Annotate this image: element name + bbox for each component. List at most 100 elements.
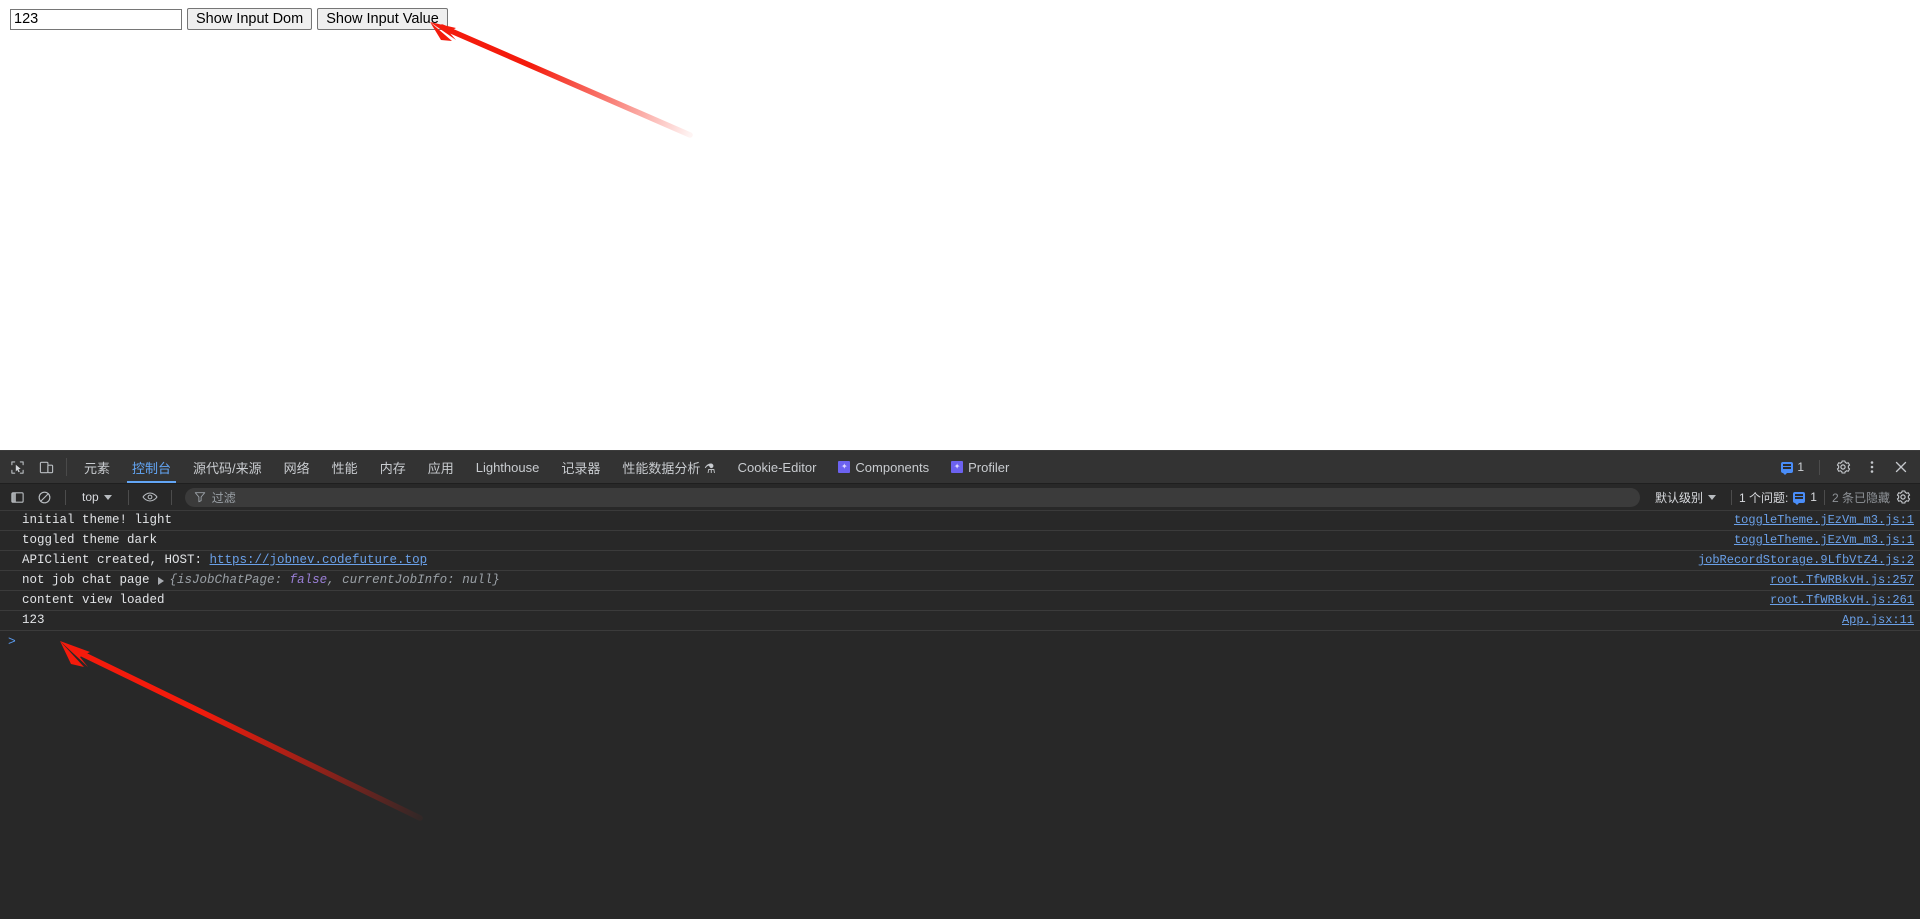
- settings-gear-icon[interactable]: [1829, 454, 1856, 480]
- message-count-badge[interactable]: 1: [1775, 460, 1810, 475]
- tab-label: 性能: [331, 460, 358, 476]
- issues-indicator[interactable]: 1 个问题: 1: [1739, 489, 1817, 506]
- object-close-brace: }: [492, 573, 500, 587]
- console-row-initial-theme[interactable]: initial theme! light toggleTheme.jEzVm_m…: [0, 511, 1920, 531]
- console-message-text: 123: [22, 613, 45, 627]
- web-page-viewport: Show Input Dom Show Input Value: [0, 0, 1920, 450]
- toolbar-divider-4: [1730, 489, 1732, 505]
- close-devtools-icon[interactable]: [1887, 454, 1914, 480]
- clear-console-icon[interactable]: [31, 486, 57, 508]
- filter-area: 过滤: [184, 487, 1640, 507]
- console-source-link[interactable]: toggleTheme.jEzVm_m3.js:1: [1714, 533, 1914, 548]
- tab-memory[interactable]: 内存: [369, 451, 417, 483]
- tab-label: Cookie-Editor: [737, 459, 817, 475]
- console-source-link[interactable]: App.jsx:11: [1822, 613, 1914, 628]
- tab-performance-insights[interactable]: 性能数据分析 ⚗: [611, 451, 726, 483]
- input-form-row: Show Input Dom Show Input Value: [10, 8, 448, 30]
- log-level-label: 默认级别: [1654, 490, 1703, 505]
- tab-elements[interactable]: 元素: [73, 451, 121, 483]
- console-message-list[interactable]: initial theme! light toggleTheme.jEzVm_m…: [0, 511, 1920, 919]
- device-toolbar-icon[interactable]: [33, 454, 60, 480]
- live-expression-eye-icon[interactable]: [137, 486, 163, 508]
- message-bubble-icon: [1793, 491, 1806, 505]
- tab-profiler[interactable]: ✦ Profiler: [940, 451, 1020, 483]
- console-inline-url-link[interactable]: https://jobnev.codefuture.top: [210, 553, 428, 568]
- filter-placeholder: 过滤: [211, 490, 236, 505]
- show-input-dom-button[interactable]: Show Input Dom: [187, 8, 313, 30]
- tab-label: 元素: [84, 460, 111, 476]
- tab-sources[interactable]: 源代码/来源: [182, 451, 273, 483]
- tab-performance[interactable]: 性能: [321, 451, 369, 483]
- console-prompt-row[interactable]: >: [0, 631, 1920, 651]
- react-plugin-icon: ✦: [951, 461, 964, 473]
- tab-label: Lighthouse: [475, 459, 540, 475]
- devtools-tabstrip: 元素 控制台 源代码/来源 网络 性能 内存 应用 Lighthouse 记录器…: [0, 451, 1920, 484]
- tab-label: Profiler: [968, 459, 1010, 475]
- console-message-text: toggled theme dark: [22, 533, 158, 547]
- more-options-kebab-icon[interactable]: [1858, 454, 1885, 480]
- tabstrip-right-divider: [1819, 459, 1820, 475]
- object-value-1: false: [289, 573, 328, 587]
- tab-console[interactable]: 控制台: [121, 451, 182, 483]
- execution-context-selector[interactable]: top: [74, 487, 120, 507]
- console-row-content-view-loaded[interactable]: content view loaded root.TfWRBkvH.js:261: [0, 591, 1920, 611]
- hidden-messages-label: 2 条已隐藏: [1831, 490, 1890, 505]
- log-level-selector[interactable]: 默认级别: [1647, 487, 1724, 507]
- toolbar-divider-2: [127, 489, 129, 505]
- message-count-label: 1: [1797, 460, 1804, 474]
- tab-recorder[interactable]: 记录器: [550, 451, 611, 483]
- console-row-input-value-output[interactable]: 123 App.jsx:11: [0, 611, 1920, 631]
- console-sidebar-toggle-icon[interactable]: [4, 486, 30, 508]
- console-source-link[interactable]: root.TfWRBkvH.js:257: [1750, 573, 1914, 588]
- text-input[interactable]: [10, 8, 182, 30]
- console-object-preview[interactable]: {isJobChatPage: false, currentJobInfo: n…: [170, 573, 500, 588]
- tab-label: 网络: [283, 460, 310, 476]
- react-plugin-icon: ✦: [838, 461, 851, 473]
- object-key-2: currentJobInfo:: [342, 573, 455, 587]
- toolbar-divider-5: [1823, 489, 1825, 505]
- tab-label: 应用: [427, 460, 454, 476]
- console-toolbar: top 过滤 默认级别 1 个问题: 1 2 条已隐藏: [0, 484, 1920, 511]
- tab-components[interactable]: ✦ Components: [827, 451, 940, 483]
- tab-label: 内存: [379, 460, 406, 476]
- tab-label: 控制台: [132, 460, 172, 476]
- console-source-link[interactable]: jobRecordStorage.9LfbVtZ4.js:2: [1678, 553, 1914, 568]
- object-key-1: isJobChatPage:: [177, 573, 283, 587]
- show-input-value-button[interactable]: Show Input Value: [317, 8, 448, 30]
- filter-funnel-icon: [194, 492, 205, 503]
- issues-label: 1 个问题:: [1738, 490, 1789, 505]
- toolbar-divider-1: [65, 489, 66, 505]
- tab-lighthouse[interactable]: Lighthouse: [465, 451, 551, 483]
- object-comma: ,: [327, 573, 335, 587]
- console-message-text: APIClient created, HOST:: [22, 553, 210, 567]
- console-row-not-job-chat-page[interactable]: not job chat page {isJobChatPage: false,…: [0, 571, 1920, 591]
- tab-label: 记录器: [561, 460, 601, 476]
- console-settings-gear-icon[interactable]: [1890, 486, 1916, 508]
- message-bubble-icon: [1781, 461, 1794, 475]
- console-message-text: not job chat page: [22, 573, 150, 587]
- console-filter-input[interactable]: 过滤: [184, 487, 1640, 507]
- console-source-link[interactable]: toggleTheme.jEzVm_m3.js:1: [1714, 513, 1914, 528]
- console-source-link[interactable]: root.TfWRBkvH.js:261: [1750, 593, 1914, 608]
- tab-network[interactable]: 网络: [273, 451, 321, 483]
- console-message-text: initial theme! light: [22, 513, 173, 527]
- console-message-text: content view loaded: [22, 593, 165, 607]
- execution-context-label: top: [82, 490, 99, 504]
- chevron-down-icon: [1707, 494, 1716, 500]
- object-open-brace: {: [169, 573, 178, 587]
- tab-label: Components: [855, 459, 930, 475]
- issues-count: 1: [1810, 490, 1817, 504]
- console-row-toggled-theme[interactable]: toggled theme dark toggleTheme.jEzVm_m3.…: [0, 531, 1920, 551]
- devtools-panel: 元素 控制台 源代码/来源 网络 性能 内存 应用 Lighthouse 记录器…: [0, 450, 1920, 919]
- console-row-apiclient-created[interactable]: APIClient created, HOST: https://jobnev.…: [0, 551, 1920, 571]
- devtools-tool-icons: [0, 451, 60, 483]
- expand-object-triangle-icon[interactable]: [157, 576, 164, 585]
- tabstrip-divider: [66, 458, 67, 476]
- tabstrip-right-controls: 1: [1775, 451, 1920, 483]
- tab-label: 源代码/来源: [193, 460, 262, 476]
- inspect-element-icon[interactable]: [4, 454, 31, 480]
- prompt-chevron-icon: >: [8, 633, 16, 649]
- tab-cookie-editor[interactable]: Cookie-Editor: [727, 451, 828, 483]
- tab-application[interactable]: 应用: [417, 451, 465, 483]
- tab-label: 性能数据分析 ⚗: [622, 460, 716, 476]
